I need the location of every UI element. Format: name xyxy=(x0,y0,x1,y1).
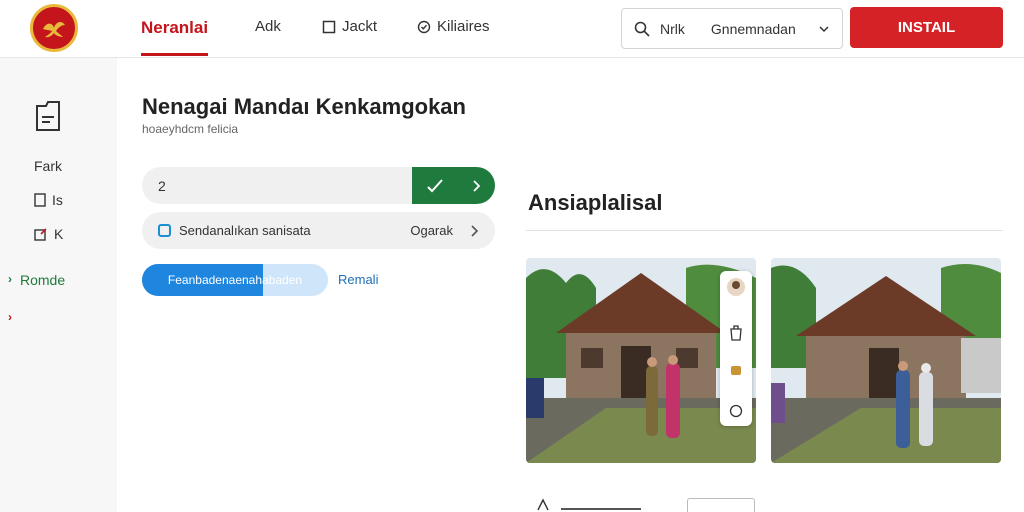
page-title: Nenagai Mandaı Kenkamgokan xyxy=(142,94,466,119)
chevron-right-icon xyxy=(473,179,481,192)
avatar[interactable] xyxy=(726,277,746,297)
tab-jackt[interactable]: Jackt xyxy=(322,18,377,56)
file-icon xyxy=(34,193,46,207)
progress-label: Feanbadenaenahabaden xyxy=(167,273,303,287)
chevron-right-icon[interactable]: › xyxy=(8,310,12,324)
sidebar-item-fark[interactable]: Fark xyxy=(34,158,62,174)
chevron-down-icon[interactable] xyxy=(818,23,830,35)
badge-check-icon xyxy=(417,20,431,34)
option-label: Sendanalıkan sanisata xyxy=(179,223,311,238)
submit-button[interactable] xyxy=(412,167,495,204)
bird-logo-icon xyxy=(43,21,65,38)
chevron-right-icon xyxy=(471,224,479,237)
info-icon[interactable] xyxy=(726,401,746,421)
option-value: Ogarak xyxy=(410,223,453,238)
trash-icon xyxy=(730,325,742,341)
install-button[interactable]: INSTAIL xyxy=(850,7,1003,48)
section-title: Ansiaplalisal xyxy=(528,190,663,215)
action-link[interactable]: Remali xyxy=(338,272,378,287)
info-icon xyxy=(729,404,743,418)
search-box[interactable]: Nrlk Gnnemnadan xyxy=(621,8,843,49)
sidebar-item-label: K xyxy=(54,226,64,242)
gallery-photo-2[interactable] xyxy=(771,258,1001,463)
sidebar-item-k[interactable]: K xyxy=(34,226,63,242)
logo[interactable] xyxy=(30,4,78,52)
trash-icon[interactable] xyxy=(726,323,746,343)
tab-kiliaires[interactable]: Kiliaires xyxy=(417,18,490,56)
progress-button[interactable]: Feanbadenaenahabaden xyxy=(142,264,328,296)
bag-icon[interactable] xyxy=(726,359,746,379)
sidebar-item-is[interactable]: Is xyxy=(34,192,63,208)
edit-icon xyxy=(34,228,47,241)
tab-label: Neranlai xyxy=(141,18,209,37)
photo-toolbar xyxy=(720,271,752,426)
sidebar-item-label: Is xyxy=(52,192,63,208)
search-scope-select[interactable]: Gnnemnadan xyxy=(711,21,796,37)
village-house-photo xyxy=(771,258,1001,463)
sidebar-item-romde[interactable]: Romde xyxy=(20,272,65,288)
tab-label: Adk xyxy=(255,18,281,35)
search-input-group xyxy=(142,167,495,204)
tab-label: Kiliaires xyxy=(437,18,490,35)
box-icon xyxy=(322,20,336,34)
search-icon xyxy=(634,21,650,37)
sidebar-item-label: Romde xyxy=(20,272,66,288)
check-edit-icon xyxy=(427,178,443,192)
sidebar: Fark Is K › Romde › xyxy=(0,58,117,512)
tab-label: Jackt xyxy=(342,18,378,35)
divider xyxy=(526,230,1003,231)
bag-icon xyxy=(731,366,741,375)
tab-button[interactable] xyxy=(687,498,755,512)
text-input[interactable] xyxy=(142,167,412,204)
chevron-right-icon: › xyxy=(8,272,12,286)
checkbox[interactable] xyxy=(158,224,171,237)
document-icon[interactable] xyxy=(34,100,62,132)
avatar-icon xyxy=(727,278,745,296)
search-label: Nrlk xyxy=(660,20,685,37)
sidebar-item-label: Fark xyxy=(34,158,62,174)
rating-bar xyxy=(537,498,641,511)
top-bar: Neranlai Adk Jackt Kiliaires Nrlk Gnnemn… xyxy=(0,0,1024,58)
option-row[interactable]: Sendanalıkan sanisata Ogarak xyxy=(142,212,495,249)
page-subtitle: hoaeyhdcm felicia xyxy=(142,122,239,136)
tab-adk[interactable]: Adk xyxy=(255,18,281,56)
tab-neranlai[interactable]: Neranlai xyxy=(141,18,209,56)
